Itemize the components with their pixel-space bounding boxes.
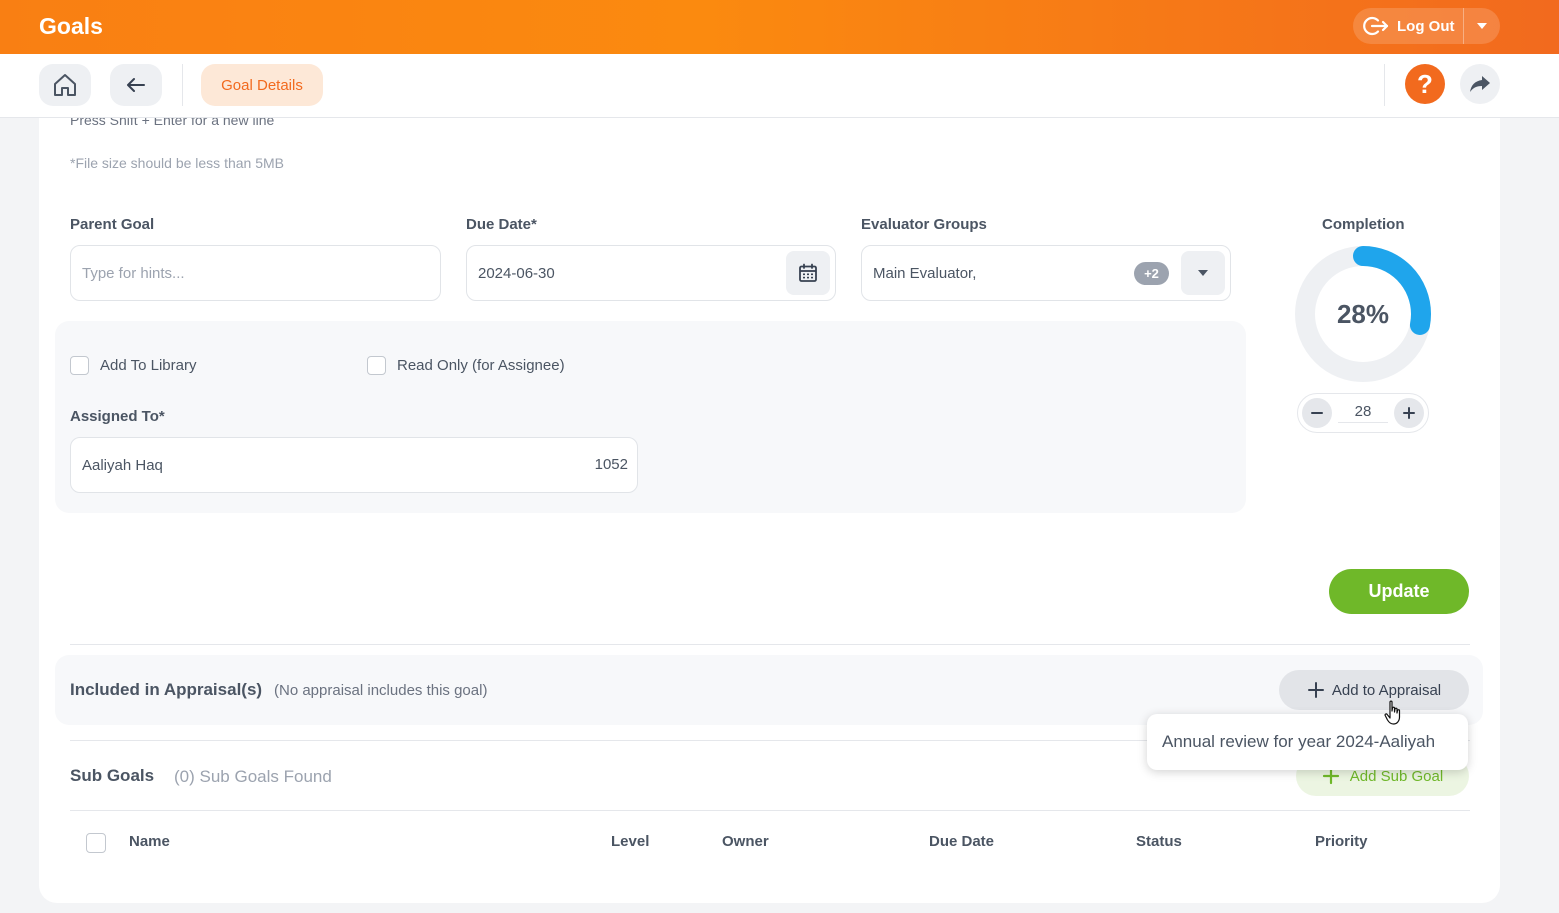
column-header-name[interactable]: Name <box>129 833 170 850</box>
arrow-left-icon <box>127 78 145 92</box>
app-title: Goals <box>39 13 103 39</box>
appraisal-title: Included in Appraisal(s) <box>70 680 263 699</box>
column-header-status[interactable]: Status <box>1136 833 1182 850</box>
caret-down-icon <box>1477 23 1487 29</box>
parent-goal-label: Parent Goal <box>70 216 155 233</box>
column-header-priority[interactable]: Priority <box>1315 833 1368 850</box>
logout-icon <box>1363 16 1389 36</box>
share-icon <box>1470 76 1490 92</box>
assigned-to-input[interactable]: Aaliyah Haq 1052 <box>70 437 638 493</box>
add-to-appraisal-label: Add to Appraisal <box>1331 681 1442 699</box>
increment-button[interactable] <box>1394 398 1424 428</box>
parent-goal-placeholder: Type for hints... <box>82 264 185 282</box>
checkbox-box[interactable] <box>367 356 386 375</box>
due-date-label: Due Date* <box>466 216 537 233</box>
minus-icon <box>1311 412 1323 414</box>
add-to-library-checkbox[interactable]: Add To Library <box>70 356 196 375</box>
home-button[interactable] <box>39 64 91 106</box>
divider <box>70 810 1470 811</box>
back-button[interactable] <box>110 64 162 106</box>
sub-goals-count: (0) Sub Goals Found <box>174 767 332 786</box>
select-all-checkbox[interactable] <box>86 833 106 853</box>
hand-cursor-icon <box>1384 700 1401 725</box>
completion-percent: 28% <box>1336 298 1390 329</box>
parent-goal-input[interactable]: Type for hints... <box>70 245 441 301</box>
assignee-name: Aaliyah Haq <box>82 456 163 474</box>
completion-stepper: 28 <box>1297 393 1429 433</box>
add-sub-goal-label: Add Sub Goal <box>1349 767 1444 785</box>
completion-label: Completion <box>1322 216 1405 233</box>
plus-icon <box>1307 682 1324 698</box>
update-button[interactable]: Update <box>1329 569 1469 614</box>
due-date-input[interactable]: 2024-06-30 <box>466 245 836 301</box>
column-header-level[interactable]: Level <box>611 833 649 850</box>
appraisal-note: (No appraisal includes this goal) <box>274 682 488 699</box>
logout-button[interactable]: Log Out <box>1353 8 1463 44</box>
file-size-hint: *File size should be less than 5MB <box>70 155 284 171</box>
logout-group: Log Out <box>1353 8 1500 44</box>
calendar-button[interactable] <box>786 251 830 295</box>
nav-divider <box>182 64 183 106</box>
assigned-to-label: Assigned To* <box>70 408 165 425</box>
help-icon: ? <box>1417 68 1433 99</box>
evaluator-groups-label: Evaluator Groups <box>861 216 987 233</box>
appraisal-option[interactable]: Annual review for year 2024-Aaliyah <box>1147 714 1468 770</box>
sub-navigation: Goal Details ? <box>0 54 1559 118</box>
due-date-value: 2024-06-30 <box>478 264 555 282</box>
goal-details-card: Press Shift + Enter for a new line *File… <box>39 118 1500 903</box>
plus-icon <box>1403 407 1415 419</box>
calendar-icon <box>799 263 817 282</box>
account-menu-caret[interactable] <box>1464 8 1500 44</box>
tab-goal-details[interactable]: Goal Details <box>201 64 323 106</box>
checkbox-box[interactable] <box>70 356 89 375</box>
evaluator-groups-value: Main Evaluator, <box>873 264 977 282</box>
assignee-id: 1052 <box>594 456 628 473</box>
divider <box>70 644 1470 645</box>
nav-divider-right <box>1384 64 1385 106</box>
shift-enter-hint: Press Shift + Enter for a new line <box>70 118 275 128</box>
evaluator-dropdown-button[interactable] <box>1181 251 1225 295</box>
logout-label: Log Out <box>1397 17 1455 35</box>
evaluator-groups-select[interactable]: Main Evaluator, +2 <box>861 245 1231 301</box>
share-button[interactable] <box>1460 64 1500 104</box>
add-to-appraisal-button[interactable]: Add to Appraisal <box>1279 670 1469 710</box>
top-bar: Goals Log Out <box>0 0 1559 54</box>
read-only-label: Read Only (for Assignee) <box>397 357 565 374</box>
add-to-library-label: Add To Library <box>100 357 197 374</box>
evaluator-extra-count-badge: +2 <box>1134 262 1169 285</box>
home-icon <box>54 74 76 96</box>
read-only-checkbox[interactable]: Read Only (for Assignee) <box>367 356 565 375</box>
completion-value-input[interactable]: 28 <box>1338 403 1388 423</box>
column-header-due-date[interactable]: Due Date <box>929 833 994 850</box>
decrement-button[interactable] <box>1302 398 1332 428</box>
sub-goals-title: Sub Goals <box>70 766 155 785</box>
caret-down-icon <box>1198 270 1208 276</box>
help-button[interactable]: ? <box>1405 64 1445 104</box>
column-header-owner[interactable]: Owner <box>722 833 769 850</box>
